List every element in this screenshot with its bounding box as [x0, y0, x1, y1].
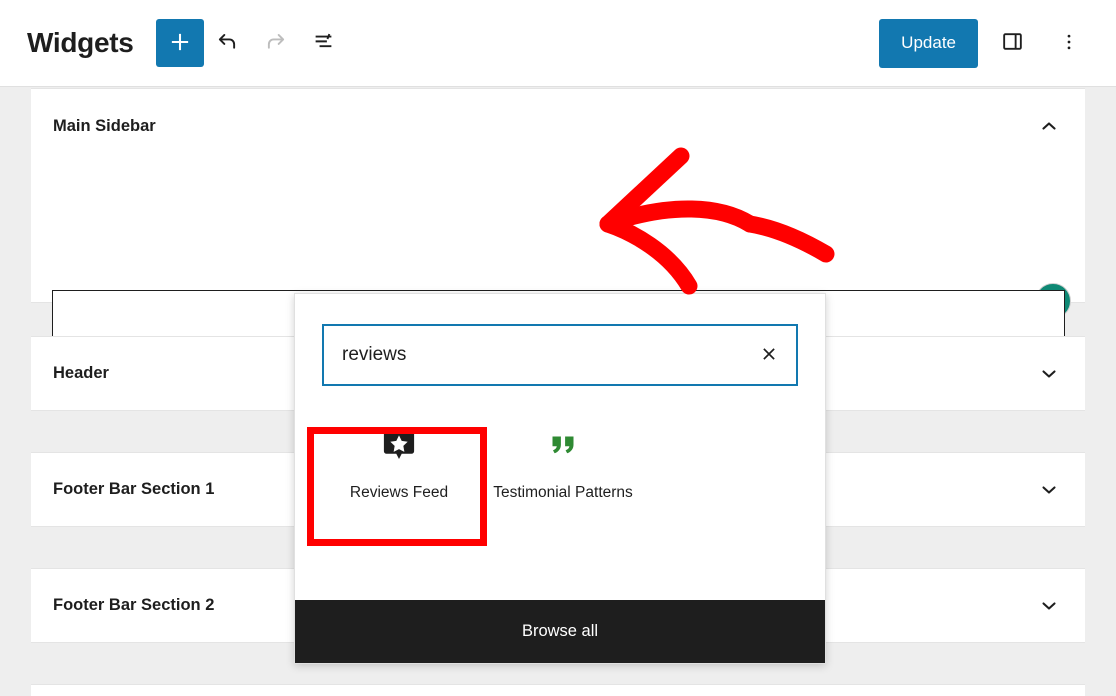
more-options-button[interactable] [1046, 20, 1092, 66]
header-actions: Update [879, 19, 1092, 68]
widget-area-title: Footer Bar Section 1 [53, 480, 214, 499]
header-toolbar [156, 19, 348, 67]
browse-all-button[interactable]: Browse all [295, 600, 825, 663]
update-button[interactable]: Update [879, 19, 978, 68]
search-field[interactable] [322, 324, 798, 386]
settings-sidebar-button[interactable] [989, 20, 1035, 66]
widget-area-main-sidebar: Main Sidebar [31, 88, 1085, 303]
inserter-search-area [295, 294, 825, 386]
quote-marks-icon [546, 424, 580, 466]
chevron-down-icon[interactable] [1035, 360, 1063, 388]
clear-search-button[interactable] [752, 338, 786, 372]
widget-area-header[interactable] [31, 685, 1085, 696]
add-block-button[interactable] [156, 19, 204, 67]
inserter-result-label: Testimonial Patterns [493, 482, 633, 504]
widget-area-title: Main Sidebar [53, 117, 156, 136]
inserter-result-testimonial-patterns[interactable]: Testimonial Patterns [481, 406, 645, 504]
close-icon [758, 343, 780, 368]
more-vertical-icon [1058, 31, 1080, 56]
page-title: Widgets [27, 27, 134, 59]
editor-header: Widgets [0, 0, 1116, 87]
widget-area-header[interactable]: Main Sidebar [31, 89, 1085, 163]
plus-icon [167, 29, 193, 58]
search-input[interactable] [324, 326, 796, 384]
chevron-down-icon[interactable] [1035, 592, 1063, 620]
undo-button[interactable] [204, 19, 252, 67]
widget-area-title: Header [53, 364, 109, 383]
undo-icon [214, 28, 241, 58]
widget-area-title: Footer Bar Section 2 [53, 596, 214, 615]
sidebar-panel-icon [1000, 29, 1025, 57]
widgets-screen: Widgets [0, 0, 1116, 696]
inserter-results-grid: Reviews Feed Testimonial Patterns [295, 386, 825, 504]
chevron-up-icon[interactable] [1035, 112, 1063, 140]
star-speech-bubble-icon [381, 424, 417, 466]
inserter-result-label: Reviews Feed [350, 482, 448, 504]
redo-button[interactable] [252, 19, 300, 67]
redo-icon [262, 28, 289, 58]
inserter-result-reviews-feed[interactable]: Reviews Feed [317, 406, 481, 504]
widget-area-next [31, 684, 1085, 696]
list-view-icon [310, 28, 337, 58]
list-view-button[interactable] [300, 19, 348, 67]
block-inserter-popover: Reviews Feed Testimonial Patterns Browse… [294, 293, 826, 664]
chevron-down-icon[interactable] [1035, 476, 1063, 504]
